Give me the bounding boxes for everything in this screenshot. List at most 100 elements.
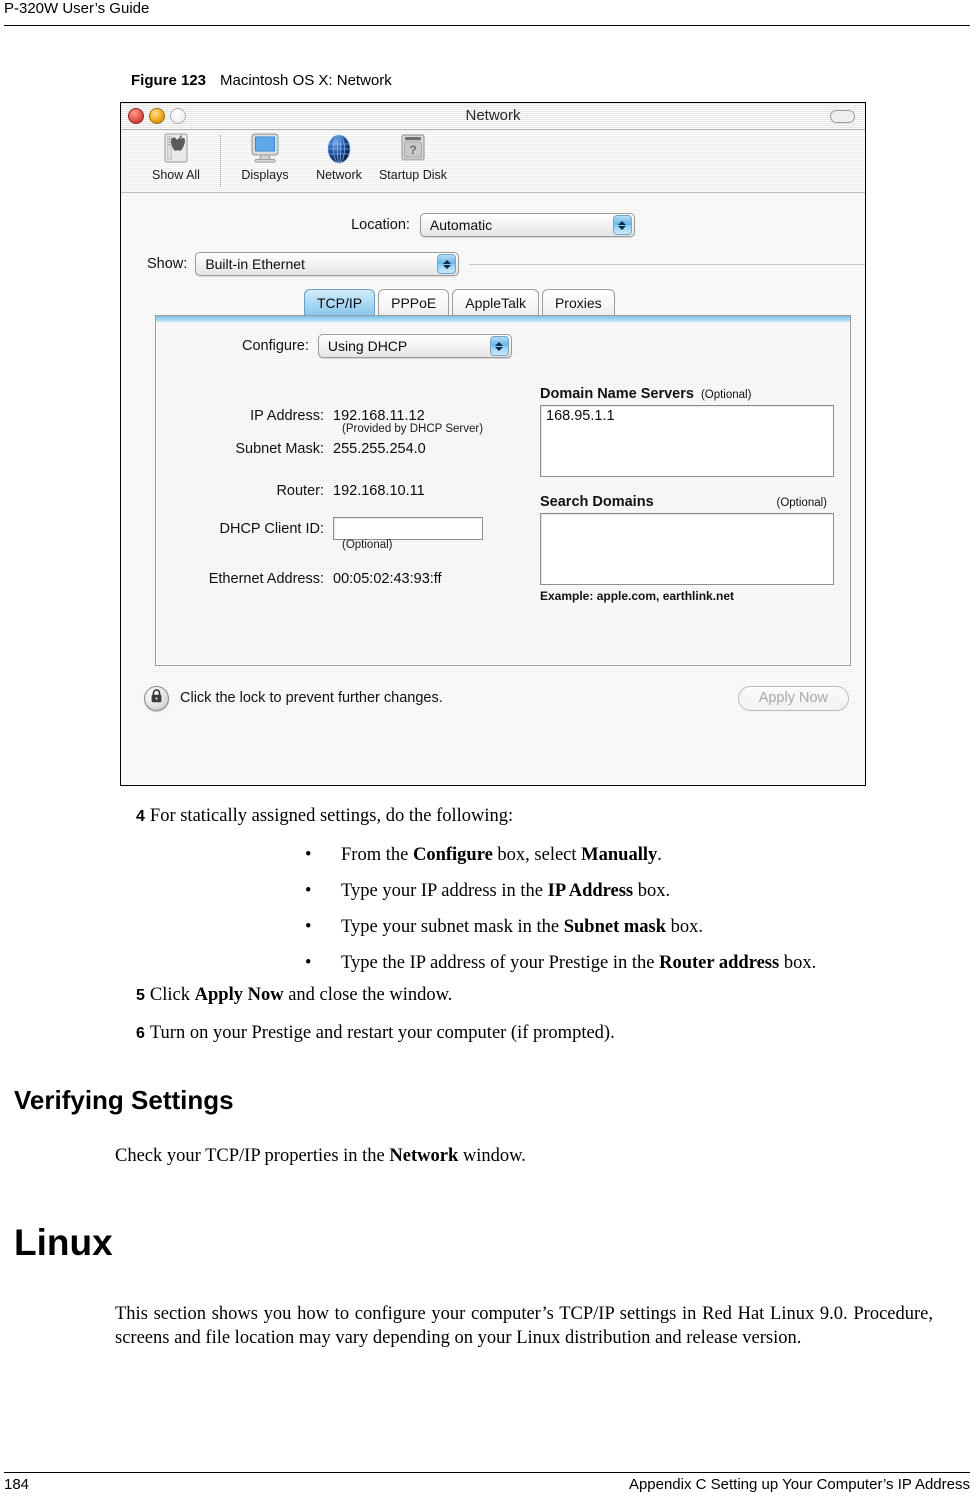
lock-hint-text: Click the lock to prevent further change… xyxy=(180,690,443,706)
bullet-bold-1: Subnet mask xyxy=(563,916,667,937)
stepper-arrows-icon[interactable] xyxy=(489,336,509,356)
dns-textarea[interactable]: 168.95.1.1 xyxy=(540,405,834,477)
toolbar-item-label: Network xyxy=(316,168,362,182)
toolbar-item-displays[interactable]: Displays xyxy=(228,133,302,182)
list-item: • Type the IP address of your Prestige in… xyxy=(305,952,965,975)
dhcp-client-id-label: DHCP Client ID: xyxy=(219,520,324,537)
step-text: For statically assigned settings, do the… xyxy=(149,806,514,826)
search-domains-label-row: Search Domains (Optional) xyxy=(540,494,834,510)
example-note: Example: apple.com, earthlink.net xyxy=(540,589,735,603)
toolbar-toggle-button[interactable] xyxy=(830,110,855,123)
toolbar-item-label: Show All xyxy=(152,168,200,182)
location-row: Location: Automatic xyxy=(121,210,865,240)
tab-appletalk[interactable]: AppleTalk xyxy=(452,289,539,315)
bullet-marker: • xyxy=(305,952,312,973)
router-row: Router: 192.168.10.11 xyxy=(160,483,536,499)
linux-paragraph: This section shows you how to configure … xyxy=(115,1304,933,1349)
stepper-arrows-icon[interactable] xyxy=(437,254,457,274)
step-number: 5 xyxy=(136,987,145,1004)
bullet-pre: Type the IP address of your Prestige in … xyxy=(341,952,660,973)
stepper-arrows-icon[interactable] xyxy=(612,215,632,235)
globe-icon xyxy=(302,133,376,167)
bullet-marker: • xyxy=(305,880,312,901)
configure-row: Configure: Using DHCP xyxy=(156,334,850,358)
bullet-pre: Type your subnet mask in the xyxy=(341,916,564,937)
verify-post: window. xyxy=(458,1146,526,1166)
configure-label: Configure: xyxy=(242,338,309,354)
show-all-icon xyxy=(139,133,213,167)
tab-label: Proxies xyxy=(554,294,602,311)
header-divider xyxy=(4,25,970,26)
dns-optional-note: (Optional) xyxy=(700,389,752,401)
search-domains-textarea[interactable] xyxy=(540,513,834,585)
figure-number: Figure 123 xyxy=(131,72,207,89)
ethernet-address-value: 00:05:02:43:93:ff xyxy=(333,571,442,587)
footer-section-title: Appendix C Setting up Your Computer’s IP… xyxy=(628,1476,970,1493)
step-number: 6 xyxy=(136,1025,145,1042)
figure-caption: Figure 123 Macintosh OS X: Network xyxy=(131,72,392,89)
search-domains-optional-note: (Optional) xyxy=(776,497,828,509)
dns-value: 168.95.1.1 xyxy=(546,408,615,424)
svg-text:?: ? xyxy=(409,143,416,157)
bullet-mid: box, select xyxy=(492,845,582,865)
toolbar-item-show-all[interactable]: Show All xyxy=(139,133,213,182)
tcpip-right-column: Domain Name Servers (Optional) 168.95.1.… xyxy=(536,370,834,603)
show-select[interactable]: Built-in Ethernet xyxy=(195,252,460,276)
subnet-mask-row: Subnet Mask: 255.255.254.0 xyxy=(160,441,536,457)
heading-linux: Linux xyxy=(14,1222,113,1263)
search-domains-label: Search Domains xyxy=(540,494,654,510)
bullet-pre: Type your IP address in the xyxy=(341,880,548,901)
step-number: 4 xyxy=(136,808,145,825)
running-head-text: P-320W User’s Guide xyxy=(4,0,150,17)
running-head: P-320W User’s Guide xyxy=(0,0,978,26)
bullet-bold-1: Configure xyxy=(412,845,493,865)
configure-select[interactable]: Using DHCP xyxy=(317,334,512,358)
step-5: 5 Click Apply Now and close the window. xyxy=(136,984,896,1007)
tab-label: TCP/IP xyxy=(317,294,363,311)
dhcp-client-id-input[interactable] xyxy=(333,517,483,540)
padlock-icon xyxy=(150,688,163,708)
apply-now-label: Apply Now xyxy=(758,690,828,706)
bullet-bold-1: Router address xyxy=(659,952,780,973)
bullet-post: . xyxy=(657,845,662,865)
location-select[interactable]: Automatic xyxy=(419,213,635,237)
lock-button[interactable] xyxy=(144,685,169,711)
toolbar-item-label: Displays xyxy=(241,168,289,182)
bullet-pre: From the xyxy=(341,845,413,865)
display-monitor-icon xyxy=(228,133,302,167)
ip-address-note: (Provided by DHCP Server) xyxy=(342,423,484,435)
step-4: 4 For statically assigned settings, do th… xyxy=(136,805,896,828)
dns-label: Domain Name Servers xyxy=(540,386,694,402)
hard-disk-question-icon: ? xyxy=(376,133,450,167)
configure-value: Using DHCP xyxy=(327,338,408,354)
verify-bold: Network xyxy=(389,1146,459,1166)
router-value: 192.168.10.11 xyxy=(333,483,425,499)
location-label: Location: xyxy=(351,217,410,233)
ip-address-label: IP Address: xyxy=(250,408,324,424)
ethernet-address-row: Ethernet Address: 00:05:02:43:93:ff xyxy=(160,571,536,587)
running-foot: 184 Appendix C Setting up Your Computer’… xyxy=(4,1476,970,1493)
show-row: Show: Built-in Ethernet xyxy=(121,250,865,278)
tab-proxies[interactable]: Proxies xyxy=(541,289,615,315)
bullet-bold-2: Manually xyxy=(581,845,658,865)
tab-label: PPPoE xyxy=(391,294,437,311)
apply-now-button[interactable]: Apply Now xyxy=(737,685,849,711)
subnet-mask-value: 255.255.254.0 xyxy=(333,441,426,457)
list-item: • Type your IP address in the IP Address … xyxy=(305,880,965,903)
tab-pppoe[interactable]: PPPoE xyxy=(378,289,450,315)
toolbar-item-startup-disk[interactable]: ? Startup Disk xyxy=(376,133,450,182)
step-pre: Click xyxy=(149,985,195,1005)
macos-network-window: Network Show All Displays Network ? Star… xyxy=(120,102,866,786)
tab-tcpip[interactable]: TCP/IP xyxy=(304,289,376,315)
verify-pre: Check your TCP/IP properties in the xyxy=(115,1146,390,1166)
bullet-mid: box. xyxy=(666,916,704,937)
window-titlebar: Network xyxy=(121,103,865,130)
show-row-divider xyxy=(469,263,865,265)
step-text: Turn on your Prestige and restart your c… xyxy=(149,1023,615,1043)
toolbar-item-label: Startup Disk xyxy=(378,168,448,182)
ip-address-value: 192.168.11.12 xyxy=(333,408,425,424)
toolbar-item-network[interactable]: Network xyxy=(302,133,376,182)
bullet-bold-1: IP Address xyxy=(547,880,634,901)
tab-strip: TCP/IP PPPoE AppleTalk Proxies xyxy=(121,288,865,315)
toolbar-separator xyxy=(220,135,221,187)
